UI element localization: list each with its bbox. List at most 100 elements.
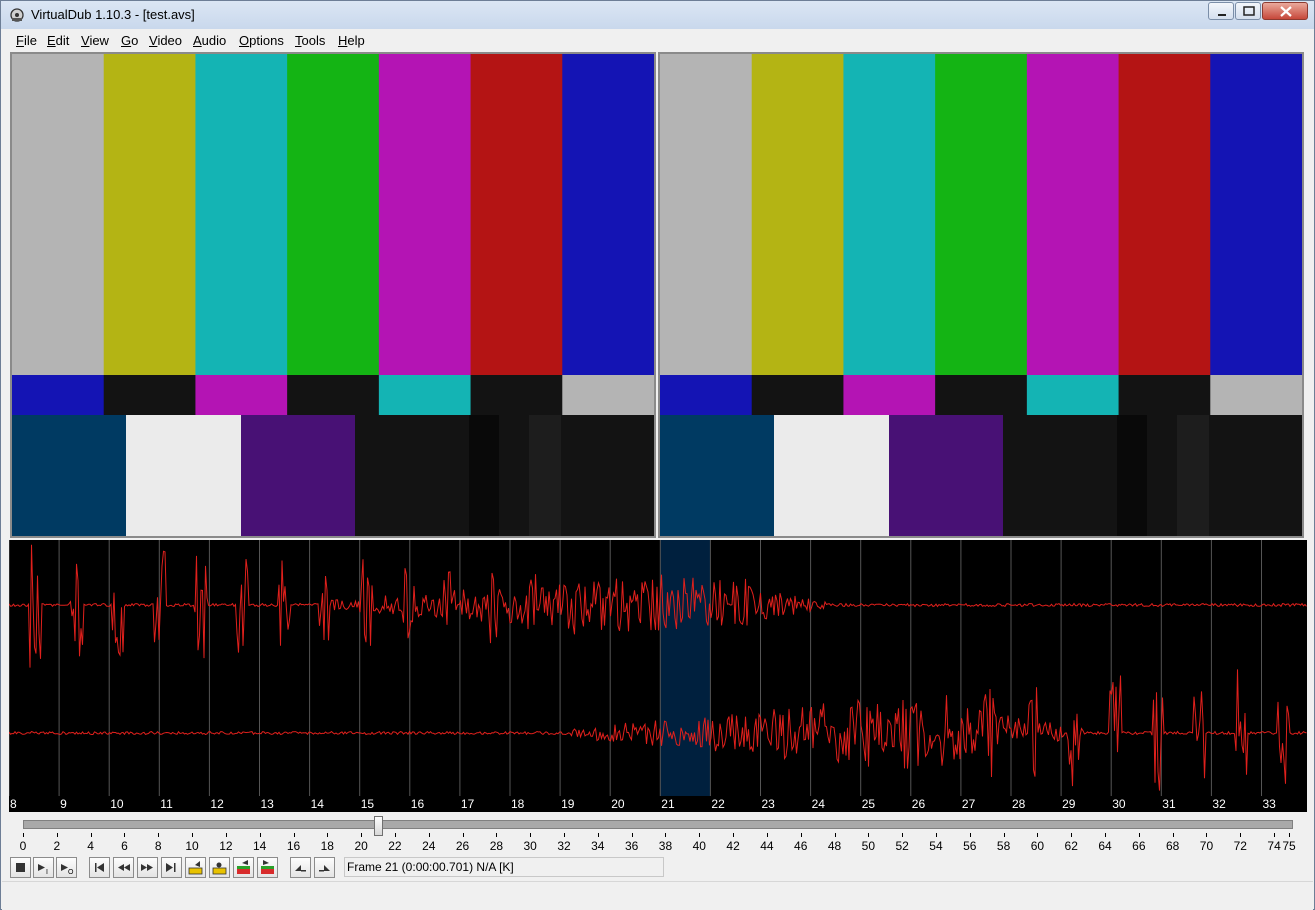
- color-bar: [843, 54, 936, 375]
- timeline-tick: [496, 833, 498, 837]
- timeline-tick-label: 22: [388, 839, 402, 853]
- maximize-button[interactable]: [1235, 2, 1261, 20]
- timeline-tick-label: 0: [19, 839, 27, 853]
- timeline-tick: [1105, 833, 1107, 837]
- timeline-tick-label: 20: [354, 839, 368, 853]
- frame-number-label: 27: [962, 797, 976, 811]
- prev-scene-icon: [237, 860, 250, 874]
- frame-number-label: 9: [60, 797, 67, 811]
- frame-number-label: 32: [1212, 797, 1226, 811]
- menu-audio[interactable]: Audio: [193, 33, 226, 48]
- prev-frame-button[interactable]: [113, 857, 134, 878]
- frame-number-label: 11: [160, 797, 173, 811]
- menu-options[interactable]: Options: [239, 33, 284, 48]
- left-channel-waveform: [9, 544, 1307, 668]
- timeline-tick: [462, 833, 464, 837]
- frame-status-field: Frame 21 (0:00:00.701) N/A [K]: [344, 857, 664, 877]
- pluge-block: [12, 415, 127, 536]
- menu-bar: File Edit View Go Video Audio Options To…: [9, 31, 1307, 51]
- reverse-bar: [843, 375, 936, 415]
- next-scene-button[interactable]: [257, 857, 278, 878]
- close-button[interactable]: [1262, 2, 1308, 20]
- timeline-tick: [1172, 833, 1174, 837]
- timeline-tick-label: 34: [591, 839, 605, 853]
- menu-tools[interactable]: Tools: [295, 33, 325, 48]
- reverse-bar: [1118, 375, 1211, 415]
- timeline-tick-label: 12: [219, 839, 233, 853]
- timeline-thumb[interactable]: [374, 816, 384, 836]
- reverse-bar: [1210, 375, 1302, 415]
- menu-go[interactable]: Go: [121, 33, 138, 48]
- menu-help[interactable]: Help: [338, 33, 365, 48]
- timeline-tick: [1037, 833, 1039, 837]
- timeline-tick: [361, 833, 363, 837]
- pluge-block: [355, 415, 470, 536]
- timeline-tick: [1289, 833, 1290, 837]
- timeline-tick: [428, 833, 430, 837]
- timeline-tick-label: 38: [658, 839, 673, 853]
- go-start-button[interactable]: [89, 857, 110, 878]
- frame-number-label: 23: [762, 797, 776, 811]
- reverse-bar: [660, 375, 753, 415]
- input-video-pane[interactable]: [10, 52, 656, 538]
- prev-keyframe-icon: [188, 861, 203, 875]
- menu-file[interactable]: File: [16, 33, 37, 48]
- right-channel-waveform: [9, 669, 1307, 791]
- audio-waveform[interactable]: 8 9 10 11 12 13 14 15 16 17 18 19 20 21 22 23 24 25 26 27 28…: [9, 540, 1307, 812]
- menu-edit[interactable]: Edit: [47, 33, 69, 48]
- title-bar[interactable]: VirtualDub 1.10.3 - [test.avs]: [1, 1, 1314, 29]
- go-end-button[interactable]: [161, 857, 182, 878]
- reverse-bar: [751, 375, 844, 415]
- reverse-bar: [378, 375, 472, 415]
- menu-video[interactable]: Video: [149, 33, 182, 48]
- timeline-tick: [902, 833, 904, 837]
- timeline-tick: [1274, 833, 1276, 837]
- color-bar: [287, 54, 380, 375]
- next-frame-icon: [141, 864, 153, 871]
- timeline-tick-label: 42: [726, 839, 740, 853]
- app-icon[interactable]: [9, 7, 25, 23]
- timeline-tick-label: 10: [185, 839, 199, 853]
- reverse-bar: [562, 375, 654, 415]
- menu-view[interactable]: View: [81, 33, 109, 48]
- play-output-icon: O: [61, 864, 74, 876]
- mark-in-button[interactable]: [290, 857, 311, 878]
- reverse-bar: [195, 375, 288, 415]
- play-output-button[interactable]: O: [56, 857, 77, 878]
- play-input-button[interactable]: I: [33, 857, 54, 878]
- timeline-tick-label: 75: [1282, 839, 1296, 853]
- mark-out-icon: [319, 865, 330, 872]
- mark-out-button[interactable]: [314, 857, 335, 878]
- next-scene-icon: [261, 860, 274, 874]
- timeline-tick: [530, 833, 532, 837]
- output-video-pane[interactable]: [658, 52, 1304, 538]
- color-bar: [660, 54, 753, 375]
- timeline-tick: [564, 833, 565, 837]
- frame-number-label: 8: [10, 797, 17, 811]
- timeline-tick: [23, 833, 24, 837]
- prev-keyframe-button[interactable]: [185, 857, 206, 878]
- position-timeline[interactable]: 0 2 4 6 8 10 12 14 16 18 20 22 24 26 28 30 32 34 36 38 40 42 4…: [9, 813, 1307, 857]
- timeline-tick-label: 66: [1132, 839, 1146, 853]
- timeline-tick-label: 54: [929, 839, 943, 853]
- minimize-button[interactable]: [1208, 2, 1234, 20]
- timeline-track[interactable]: [23, 820, 1293, 829]
- next-keyframe-icon: [212, 862, 227, 875]
- reverse-bar: [470, 375, 563, 415]
- timeline-tick: [90, 833, 92, 837]
- next-frame-button[interactable]: [137, 857, 158, 878]
- timeline-tick: [1003, 833, 1005, 837]
- stop-icon: [16, 863, 25, 872]
- next-keyframe-button[interactable]: [209, 857, 230, 878]
- timeline-tick-label: 62: [1064, 839, 1078, 853]
- prev-scene-button[interactable]: [233, 857, 254, 878]
- timeline-tick: [158, 833, 160, 837]
- reverse-bar: [1026, 375, 1120, 415]
- frame-number-label: 33: [1263, 797, 1277, 811]
- timeline-tick: [800, 833, 802, 837]
- timeline-tick: [834, 833, 836, 837]
- svg-text:O: O: [68, 869, 74, 876]
- stop-button[interactable]: [10, 857, 31, 878]
- selected-frame-highlight: [660, 540, 711, 796]
- pluge-block: [1003, 415, 1118, 536]
